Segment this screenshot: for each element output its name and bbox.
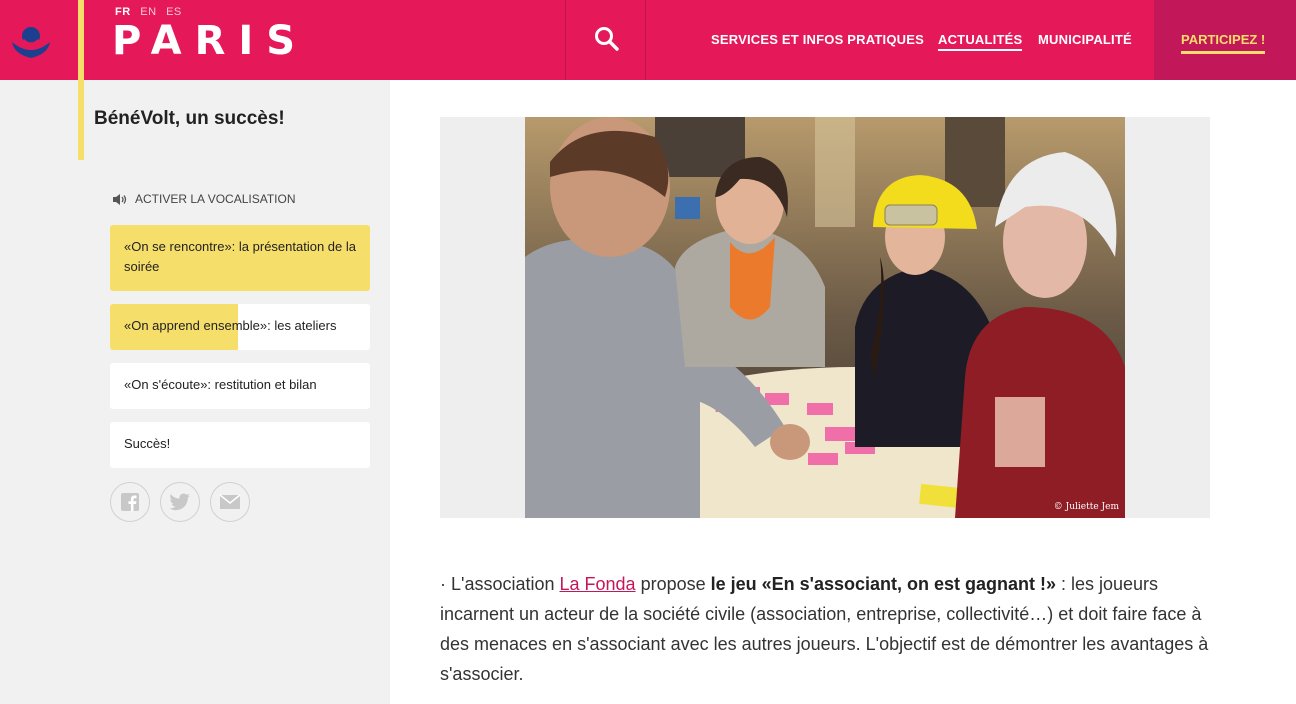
la-fonda-link[interactable]: La Fonda [560, 574, 636, 594]
paragraph-mid: propose [635, 574, 711, 594]
chapter-item-succes[interactable]: Succès! [110, 422, 370, 468]
chapter-item-ateliers[interactable]: «On apprend ensemble»: les ateliers [110, 304, 370, 350]
nav-services[interactable]: SERVICES ET INFOS PRATIQUES [711, 32, 924, 47]
lang-en[interactable]: EN [140, 6, 156, 18]
chapter-item-ecoute[interactable]: «On s'écoute»: restitution et bilan [110, 363, 370, 409]
game-name: le jeu «En s'associant, on est gagnant !… [710, 574, 1056, 594]
share-facebook-button[interactable] [110, 482, 150, 522]
nav-actualites[interactable]: ACTUALITÉS [938, 32, 1023, 51]
chapter-item-rencontre[interactable]: «On se rencontre»: la présentation de la… [110, 225, 370, 291]
twitter-icon [169, 493, 190, 511]
accent-bar [78, 0, 84, 160]
event-photo: © Juliette Jem [525, 117, 1125, 518]
photo-credit: © Juliette Jem [1053, 502, 1119, 512]
mail-icon [219, 494, 241, 509]
paris-ship-icon [12, 27, 50, 58]
chapter-label: «On s'écoute»: restitution et bilan [124, 377, 317, 392]
share-twitter-button[interactable] [160, 482, 200, 522]
brand-wordmark[interactable]: PARIS [112, 18, 308, 64]
lang-fr[interactable]: FR [115, 6, 131, 18]
chapter-label: «On apprend ensemble»: les ateliers [124, 318, 337, 333]
paragraph-prefix: · L'association [440, 574, 560, 594]
site-header: FR EN ES PARIS SERVICES ET INFOS PRATIQU… [0, 0, 1296, 80]
speaker-icon [113, 193, 127, 205]
paris-logo[interactable] [0, 0, 78, 80]
lang-es[interactable]: ES [166, 6, 182, 18]
search-button[interactable] [565, 0, 646, 80]
event-photo-illustration [525, 117, 1125, 518]
chapter-label: «On se rencontre»: la présentation de la… [124, 239, 356, 274]
article-paragraph: · L'association La Fonda propose le jeu … [440, 569, 1220, 689]
share-email-button[interactable] [210, 482, 250, 522]
vocalisation-toggle[interactable]: ACTIVER LA VOCALISATION [112, 192, 296, 206]
participez-button[interactable]: PARTICIPEZ ! [1154, 0, 1296, 80]
page-title: BénéVolt, un succès! [94, 108, 285, 129]
language-switcher: FR EN ES [115, 6, 188, 18]
search-icon [595, 27, 619, 51]
vocalisation-label: ACTIVER LA VOCALISATION [135, 192, 296, 206]
chapter-label: Succès! [124, 436, 171, 451]
nav-municipalite[interactable]: MUNICIPALITÉ [1038, 32, 1132, 47]
participez-label: PARTICIPEZ ! [1181, 32, 1266, 54]
facebook-icon [121, 493, 139, 511]
